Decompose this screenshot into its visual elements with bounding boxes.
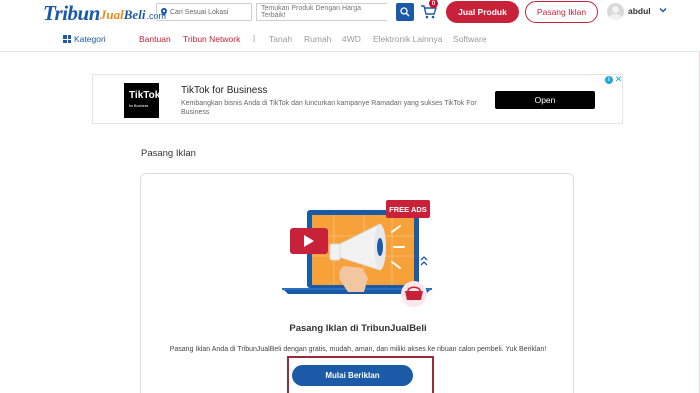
nav-link-4wd[interactable]: 4WD [342, 34, 361, 44]
site-logo[interactable]: Tribun Jual Beli .com [43, 1, 166, 25]
tiktok-logo: TikTok for Business [124, 83, 161, 118]
logo-beli: Beli [123, 7, 146, 22]
search-input[interactable]: Temukan Produk Dengan Harga Terbaik! [256, 3, 387, 21]
top-header: Tribun Jual Beli .com Cari Sesuai Lokasi… [0, 0, 700, 52]
ad-logo-title: TikTok [129, 90, 161, 101]
ad-banner[interactable]: TikTok for Business TikTok for Business … [92, 74, 623, 124]
nav-link-rumah[interactable]: Rumah [304, 34, 331, 44]
chevron-down-icon[interactable] [658, 5, 668, 15]
avatar[interactable] [607, 3, 624, 20]
logo-jual: Jual [99, 7, 124, 22]
ad-open-button[interactable]: Open [495, 91, 595, 109]
pasang-iklan-card: FREE ADS Pasang Iklan di TribunJualBeli … [140, 173, 574, 393]
category-nav: Kategori Bantuan Tribun Network | Tanah … [0, 31, 700, 49]
ad-info-icon[interactable]: i [605, 76, 613, 84]
card-title: Pasang Iklan di TribunJualBeli [289, 323, 427, 334]
free-ads-badge: FREE ADS [389, 205, 427, 214]
pasang-iklan-button[interactable]: Pasang Iklan [525, 1, 598, 23]
close-icon[interactable]: ✕ [614, 75, 623, 84]
ad-description: Kembangkan bisnis Anda di TikTok dan lun… [181, 100, 477, 116]
nav-separator: | [253, 33, 256, 43]
nav-link-tanah[interactable]: Tanah [269, 34, 292, 44]
page-title: Pasang Iklan [141, 148, 196, 159]
nav-link-tribun-network[interactable]: Tribun Network [183, 34, 240, 44]
nav-link-elektronik-lainnya[interactable]: Elektronik Lainnya [373, 34, 442, 44]
kategori-label: Kategori [74, 34, 106, 44]
logo-tribun: Tribun [43, 0, 100, 25]
nav-link-bantuan[interactable]: Bantuan [139, 34, 171, 44]
ad-logo-subtitle: for Business [129, 104, 149, 108]
nav-link-software[interactable]: Software [453, 34, 487, 44]
grid-icon [63, 35, 71, 43]
jual-produk-button[interactable]: Jual Produk [446, 1, 519, 23]
location-placeholder: Cari Sesuai Lokasi [170, 8, 229, 16]
ad-title: TikTok for Business [181, 85, 268, 96]
mulai-beriklan-button[interactable]: Mulai Beriklan [292, 365, 413, 386]
kategori-menu[interactable]: Kategori [63, 34, 106, 44]
location-select[interactable]: Cari Sesuai Lokasi [156, 3, 252, 21]
location-pin-icon [161, 8, 167, 16]
search-icon [400, 7, 410, 17]
search-placeholder: Temukan Produk Dengan Harga Terbaik! [261, 5, 362, 19]
username[interactable]: abdul [628, 6, 651, 16]
search-button[interactable] [396, 3, 414, 21]
free-ads-illustration: FREE ADS [282, 200, 432, 307]
card-description: Pasang Iklan Anda di TribunJualBeli deng… [169, 346, 547, 353]
